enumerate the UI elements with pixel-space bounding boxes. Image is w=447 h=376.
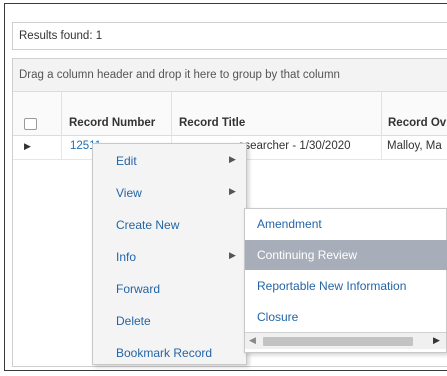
submenu-item-amendment[interactable]: Amendment xyxy=(245,209,447,239)
column-header-record-number[interactable]: Record Number xyxy=(61,92,171,136)
submenu-item-closure[interactable]: Closure xyxy=(245,302,447,332)
record-owner-cell: Malloy, Ma xyxy=(387,140,442,152)
menu-item-label: Info xyxy=(116,250,137,264)
context-menu: Edit ▶ View ▶ Create New Info ▶ Forward … xyxy=(92,143,247,365)
column-divider xyxy=(61,136,62,160)
menu-item-info[interactable]: Info ▶ xyxy=(93,241,246,273)
scroll-left-icon[interactable]: ◀ xyxy=(249,335,256,346)
results-count: Results found: 1 xyxy=(19,30,103,42)
menu-item-bookmark-record[interactable]: Bookmark Record xyxy=(93,337,246,369)
select-all-checkbox[interactable] xyxy=(24,118,37,130)
scrollbar-thumb[interactable] xyxy=(263,337,413,346)
column-header-label: Record Title xyxy=(179,117,246,129)
menu-item-edit[interactable]: Edit ▶ xyxy=(93,145,246,177)
submenu-item-label: Closure xyxy=(257,310,299,324)
menu-item-forward[interactable]: Forward xyxy=(93,273,246,305)
group-by-hint: Drag a column header and drop it here to… xyxy=(19,69,340,81)
column-header-record-title[interactable]: Record Title xyxy=(171,92,381,136)
submenu-item-continuing-review[interactable]: Continuing Review xyxy=(245,240,447,270)
submenu-arrow-icon: ▶ xyxy=(229,154,236,164)
menu-item-label: Delete xyxy=(116,314,151,328)
scroll-right-icon[interactable]: ▶ xyxy=(433,335,440,346)
column-header-label: Record Ov xyxy=(388,117,447,129)
menu-item-label: Edit xyxy=(116,154,137,168)
group-by-panel[interactable]: Drag a column header and drop it here to… xyxy=(13,59,447,92)
submenu-item-label: Amendment xyxy=(257,217,322,231)
menu-item-label: Forward xyxy=(116,282,161,296)
submenu-item-label: Reportable New Information xyxy=(257,279,407,293)
menu-item-delete[interactable]: Delete xyxy=(93,305,246,337)
record-title-cell: esearcher - 1/30/2020 xyxy=(238,140,351,152)
menu-item-create-new[interactable]: Create New xyxy=(93,209,246,241)
submenu-arrow-icon: ▶ xyxy=(229,250,236,260)
menu-item-label: View xyxy=(116,186,142,200)
expand-row-icon[interactable]: ▶ xyxy=(24,141,31,152)
submenu-item-label: Continuing Review xyxy=(257,248,358,262)
menu-item-label: Bookmark Record xyxy=(116,346,213,360)
column-header-label: Record Number xyxy=(69,117,156,129)
grid-header-row: Record Number Record Title Record Ov xyxy=(13,92,447,136)
submenu-arrow-icon: ▶ xyxy=(229,186,236,196)
menu-item-label: Create New xyxy=(116,218,180,232)
submenu-horizontal-scrollbar[interactable]: ◀ ▶ xyxy=(245,332,446,349)
column-divider xyxy=(381,136,382,160)
submenu-item-reportable-new-information[interactable]: Reportable New Information xyxy=(245,271,447,301)
column-header-record-owner[interactable]: Record Ov xyxy=(381,92,447,136)
menu-item-view[interactable]: View ▶ xyxy=(93,177,246,209)
create-new-submenu: Amendment Continuing Review Reportable N… xyxy=(244,208,447,353)
results-summary-bar: Results found: 1 xyxy=(12,22,447,50)
